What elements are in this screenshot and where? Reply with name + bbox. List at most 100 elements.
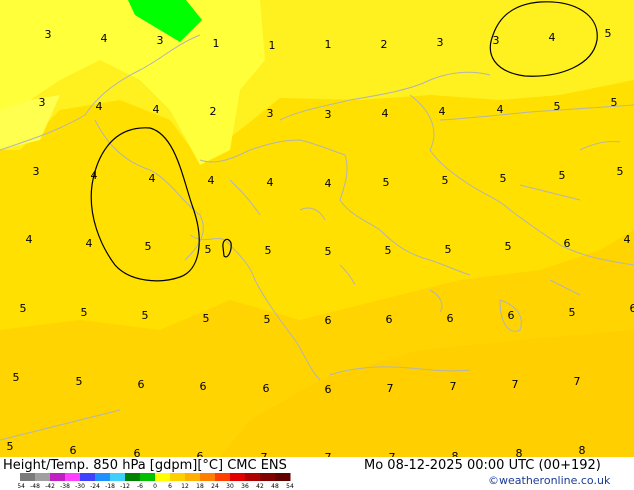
legend-tick-label: 36 (241, 483, 249, 489)
temperature-label: 6 (508, 309, 515, 322)
temperature-label: 5 (554, 100, 561, 113)
legend-tick-label: -30 (75, 483, 85, 489)
legend-tick-label: 30 (226, 483, 234, 489)
temperature-label: 4 (549, 31, 556, 44)
temperature-label: 5 (13, 371, 20, 384)
legend-swatch (245, 473, 261, 481)
temperature-label: 6 (197, 450, 204, 457)
temperature-label: 4 (86, 237, 93, 250)
legend-swatch (35, 473, 51, 481)
temperature-label: 1 (269, 39, 276, 52)
legend-tick-label: 54 (286, 483, 294, 489)
temperature-label: 5 (76, 375, 83, 388)
temperature-label: 1 (325, 38, 332, 51)
legend-swatch (230, 473, 246, 481)
temperature-label: 5 (611, 96, 618, 109)
temperature-label: 7 (387, 382, 394, 395)
temperature-label: 8 (452, 450, 459, 457)
legend-tick-label: 48 (271, 483, 279, 489)
temperature-label: 5 (81, 306, 88, 319)
temperature-label: 6 (325, 314, 332, 327)
legend-tick-label: 12 (181, 483, 189, 489)
temperature-label: 5 (383, 176, 390, 189)
temperature-label: 7 (450, 380, 457, 393)
legend-ticks: -54 -48 -42 -38 -30 -24 -18 -12 -6 0 6 12 18 24 30 36 42… (18, 483, 294, 489)
temperature-label: 5 (7, 440, 14, 453)
valid-time: Mo 08-12-2025 00:00 UTC (00+192) (364, 458, 601, 473)
temperature-label: 3 (33, 165, 40, 178)
temperature-label: 3 (493, 34, 500, 47)
legend-swatch (215, 473, 231, 481)
temperature-label: 4 (149, 172, 156, 185)
temperature-label: 5 (20, 302, 27, 315)
legend-tick-label: 18 (196, 483, 204, 489)
legend-tick-label: -6 (137, 483, 143, 489)
temperature-label: 6 (200, 380, 207, 393)
temperature-label: 3 (45, 28, 52, 41)
temperature-label: 3 (437, 36, 444, 49)
temperature-label: 4 (382, 107, 389, 120)
temperature-label: 5 (559, 169, 566, 182)
legend-tick-label: -42 (45, 483, 55, 489)
temperature-label: 5 (142, 309, 149, 322)
legend-tick-label: -54 (18, 483, 25, 489)
temperature-label: 4 (153, 103, 160, 116)
legend-tick-label: -12 (120, 483, 130, 489)
legend-swatch (80, 473, 96, 481)
legend-swatch (275, 473, 291, 481)
legend-swatch (125, 473, 141, 481)
temperature-label: 4 (91, 169, 98, 182)
legend-swatches (20, 473, 291, 481)
temperature-label: 4 (624, 233, 631, 246)
legend-swatch (20, 473, 36, 481)
map-canvas: 3 4 3 1 1 1 2 3 3 4 5 3 4 4 2 3 3 4 4 4 5 5 3 4 4 4 4 4 5 5 5 5 5 4 4 5 5 5 5 5… (0, 0, 634, 457)
legend-swatch (110, 473, 126, 481)
temperature-label: 5 (569, 306, 576, 319)
legend-tick-label: 24 (211, 483, 219, 489)
temperature-label: 4 (497, 103, 504, 116)
temperature-label: 6 (263, 382, 270, 395)
legend-swatch (140, 473, 156, 481)
legend-swatch (155, 473, 171, 481)
credit-link[interactable]: ©weatheronline.co.uk (488, 474, 610, 487)
temperature-label: 3 (267, 107, 274, 120)
temperature-label: 5 (203, 312, 210, 325)
temperature-label: 2 (381, 38, 388, 51)
temperature-label: 5 (325, 245, 332, 258)
temperature-label: 5 (605, 27, 612, 40)
temperature-label: 5 (385, 244, 392, 257)
legend-swatch (95, 473, 111, 481)
temperature-label: 6 (134, 447, 141, 457)
legend-swatch (260, 473, 276, 481)
temperature-label: 6 (70, 444, 77, 457)
temperature-label: 7 (574, 375, 581, 388)
temperature-label: 5 (500, 172, 507, 185)
temperature-label: 2 (210, 105, 217, 118)
temperature-label: 3 (325, 108, 332, 121)
legend-swatch (200, 473, 216, 481)
legend-tick-label: -48 (30, 483, 40, 489)
temperature-label: 8 (579, 444, 586, 457)
temperature-label: 4 (208, 174, 215, 187)
temperature-label: 5 (617, 165, 624, 178)
temperature-label: 5 (445, 243, 452, 256)
temperature-label: 6 (138, 378, 145, 391)
legend-tick-label: 42 (256, 483, 264, 489)
weather-map-view: 3431112334534423344455344444555554455555… (0, 0, 634, 490)
temperature-label: 6 (564, 237, 571, 250)
map-title: Height/Temp. 850 hPa [gdpm][°C] CMC ENS (3, 458, 287, 473)
legend-tick-label: -24 (90, 483, 100, 489)
temperature-label: 5 (442, 174, 449, 187)
legend-swatch (170, 473, 186, 481)
legend-tick-label: 6 (168, 483, 172, 489)
temperature-label: 5 (205, 243, 212, 256)
temperature-label: 5 (145, 240, 152, 253)
temperature-label: 6 (325, 383, 332, 396)
temperature-label: 4 (267, 176, 274, 189)
temperature-label: 7 (512, 378, 519, 391)
temperature-label: 1 (213, 37, 220, 50)
legend-tick-label: -38 (60, 483, 70, 489)
legend-swatch (185, 473, 201, 481)
temperature-label: 4 (96, 100, 103, 113)
temperature-label: 4 (439, 105, 446, 118)
